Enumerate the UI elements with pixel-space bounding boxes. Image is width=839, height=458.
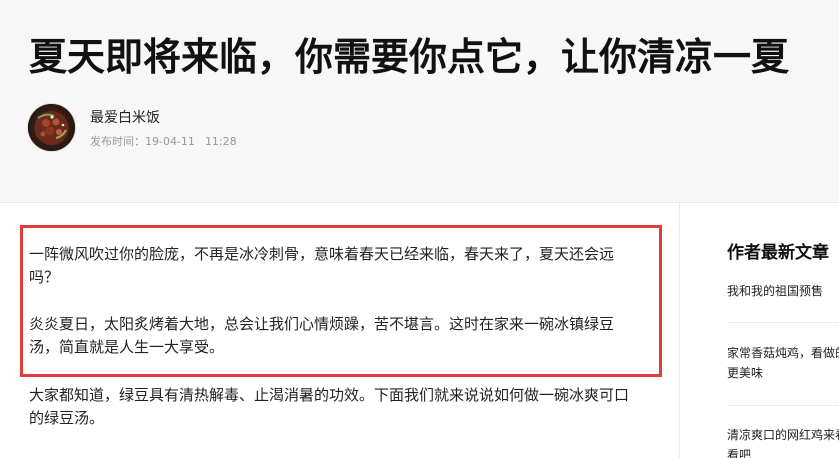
publish-meta: 发布时间：19-04-11 11:28 bbox=[90, 135, 237, 149]
article-title: 夏天即将来临，你需要你点它，让你清凉一夏 bbox=[29, 35, 790, 79]
sidebar-title: 作者最新文章 bbox=[727, 243, 829, 263]
sidebar-article-3[interactable]: 清凉爽口的网红鸡来看看吧 bbox=[727, 425, 839, 458]
sidebar-article-2-label: 家常香菇炖鸡，看做的更美味 bbox=[727, 346, 839, 380]
sidebar-divider bbox=[727, 405, 839, 406]
author-avatar-food-photo-icon bbox=[28, 104, 75, 151]
sidebar-article-1-label: 我和我的祖国预售 bbox=[727, 284, 824, 298]
sidebar-article-1[interactable]: 我和我的祖国预售 bbox=[727, 281, 839, 301]
author-latest-sidebar: 作者最新文章 我和我的祖国预售 家常香菇炖鸡，看做的更美味 清凉爽口的网红鸡来看… bbox=[680, 203, 839, 458]
next-paragraph-fragment bbox=[29, 453, 39, 458]
publish-date: 19-04-11 bbox=[145, 135, 195, 148]
author-avatar[interactable] bbox=[28, 104, 75, 151]
paragraph-mung-bean-benefits: 大家都知道，绿豆具有清热解毒、止渴消暑的功效。下面我们就来说说如何做一碗冰爽可口… bbox=[29, 386, 630, 427]
sidebar-article-3-label: 清凉爽口的网红鸡来看看吧 bbox=[727, 428, 839, 458]
article-body: 一阵微风吹过你的脸庞，不再是冰冷刺骨，意味着春天已经来临，春天来了，夏天还会远吗… bbox=[0, 203, 679, 458]
publish-label: 发布时间： bbox=[90, 135, 145, 148]
article-page: 夏天即将来临，你需要你点它，让你清凉一夏 最爱白米饭 发布时间：19-04-11… bbox=[0, 0, 839, 458]
author-name[interactable]: 最爱白米饭 bbox=[90, 109, 160, 127]
paragraph-intro: 一阵微风吹过你的脸庞，不再是冰冷刺骨，意味着春天已经来临，春天来了，夏天还会远吗… bbox=[29, 245, 615, 286]
sidebar-divider bbox=[727, 322, 839, 323]
article-header: 夏天即将来临，你需要你点它，让你清凉一夏 最爱白米饭 发布时间：19-04-11… bbox=[0, 0, 839, 203]
publish-time: 11:28 bbox=[204, 135, 237, 148]
paragraph-summer: 炎炎夏日，太阳炙烤着大地，总会让我们心情烦躁，苦不堪言。这时在家来一碗冰镇绿豆汤… bbox=[29, 315, 615, 356]
sidebar-article-2[interactable]: 家常香菇炖鸡，看做的更美味 bbox=[727, 343, 839, 383]
